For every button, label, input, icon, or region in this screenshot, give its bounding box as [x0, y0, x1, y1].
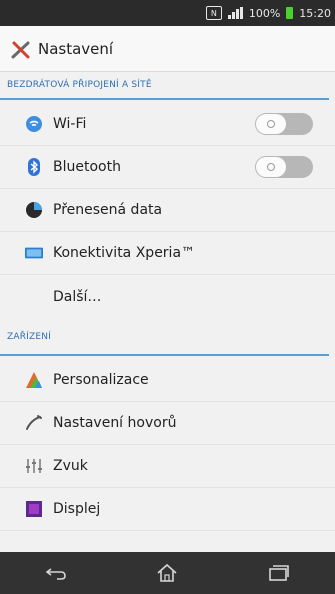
personalization-label: Personalizace [53, 372, 149, 388]
sound-icon [25, 457, 43, 475]
bluetooth-toggle[interactable] [255, 156, 313, 178]
recent-apps-button[interactable] [259, 558, 299, 588]
settings-item-call-settings[interactable]: Nastavení hovorů [0, 402, 335, 445]
action-bar: Nastavení [0, 26, 335, 72]
settings-item-wifi[interactable]: Wi-Fi [0, 103, 335, 146]
settings-item-display[interactable]: Displej [0, 488, 335, 531]
settings-item-personalization[interactable]: Personalizace [0, 359, 335, 402]
wifi-label: Wi-Fi [53, 116, 87, 132]
sound-label: Zvuk [53, 458, 88, 474]
bluetooth-label: Bluetooth [53, 159, 121, 175]
call-settings-label: Nastavení hovorů [53, 415, 177, 431]
display-icon [25, 500, 43, 518]
phone-icon [25, 414, 43, 432]
back-icon [45, 568, 66, 580]
wifi-icon [25, 115, 43, 133]
section-title: BEZDRÁTOVÁ PŘIPOJENÍ A SÍTĚ [7, 80, 152, 90]
section-header-wireless: BEZDRÁTOVÁ PŘIPOJENÍ A SÍTĚ [0, 80, 335, 100]
settings-item-xperia-connectivity[interactable]: Konektivita Xperia™ [0, 232, 335, 275]
xperia-connectivity-label: Konektivita Xperia™ [53, 245, 196, 261]
navigation-bar [0, 552, 335, 594]
personalization-icon [25, 371, 43, 389]
status-bar: N 100% 15:20 [0, 0, 335, 26]
back-button[interactable] [36, 558, 76, 588]
toggle-knob [256, 114, 286, 134]
settings-item-sound[interactable]: Zvuk [0, 445, 335, 488]
display-label: Displej [53, 501, 101, 517]
empty-icon-slot [25, 288, 43, 306]
settings-tools-icon[interactable] [10, 38, 32, 60]
section-title: ZAŘÍZENÍ [7, 332, 52, 342]
battery-icon [286, 7, 294, 19]
settings-item-more[interactable]: Další… [0, 275, 335, 318]
xperia-connectivity-icon [25, 244, 43, 262]
nfc-icon: N [205, 6, 222, 20]
page-title: Nastavení [38, 39, 114, 58]
settings-item-bluetooth[interactable]: Bluetooth [0, 146, 335, 189]
bluetooth-icon [25, 158, 43, 176]
battery-percent: 100% [248, 6, 281, 20]
wifi-toggle[interactable] [255, 113, 313, 135]
home-button[interactable] [147, 558, 187, 588]
signal-icon [227, 7, 243, 19]
recent-apps-icon [269, 565, 289, 581]
section-header-device: ZAŘÍZENÍ [0, 332, 335, 356]
settings-item-data-usage[interactable]: Přenesená data [0, 189, 335, 232]
toggle-knob [256, 157, 286, 177]
clock: 15:20 [299, 6, 331, 20]
data-usage-icon [25, 201, 43, 219]
data-usage-label: Přenesená data [53, 202, 163, 218]
more-label: Další… [53, 288, 102, 305]
home-icon [157, 563, 178, 582]
